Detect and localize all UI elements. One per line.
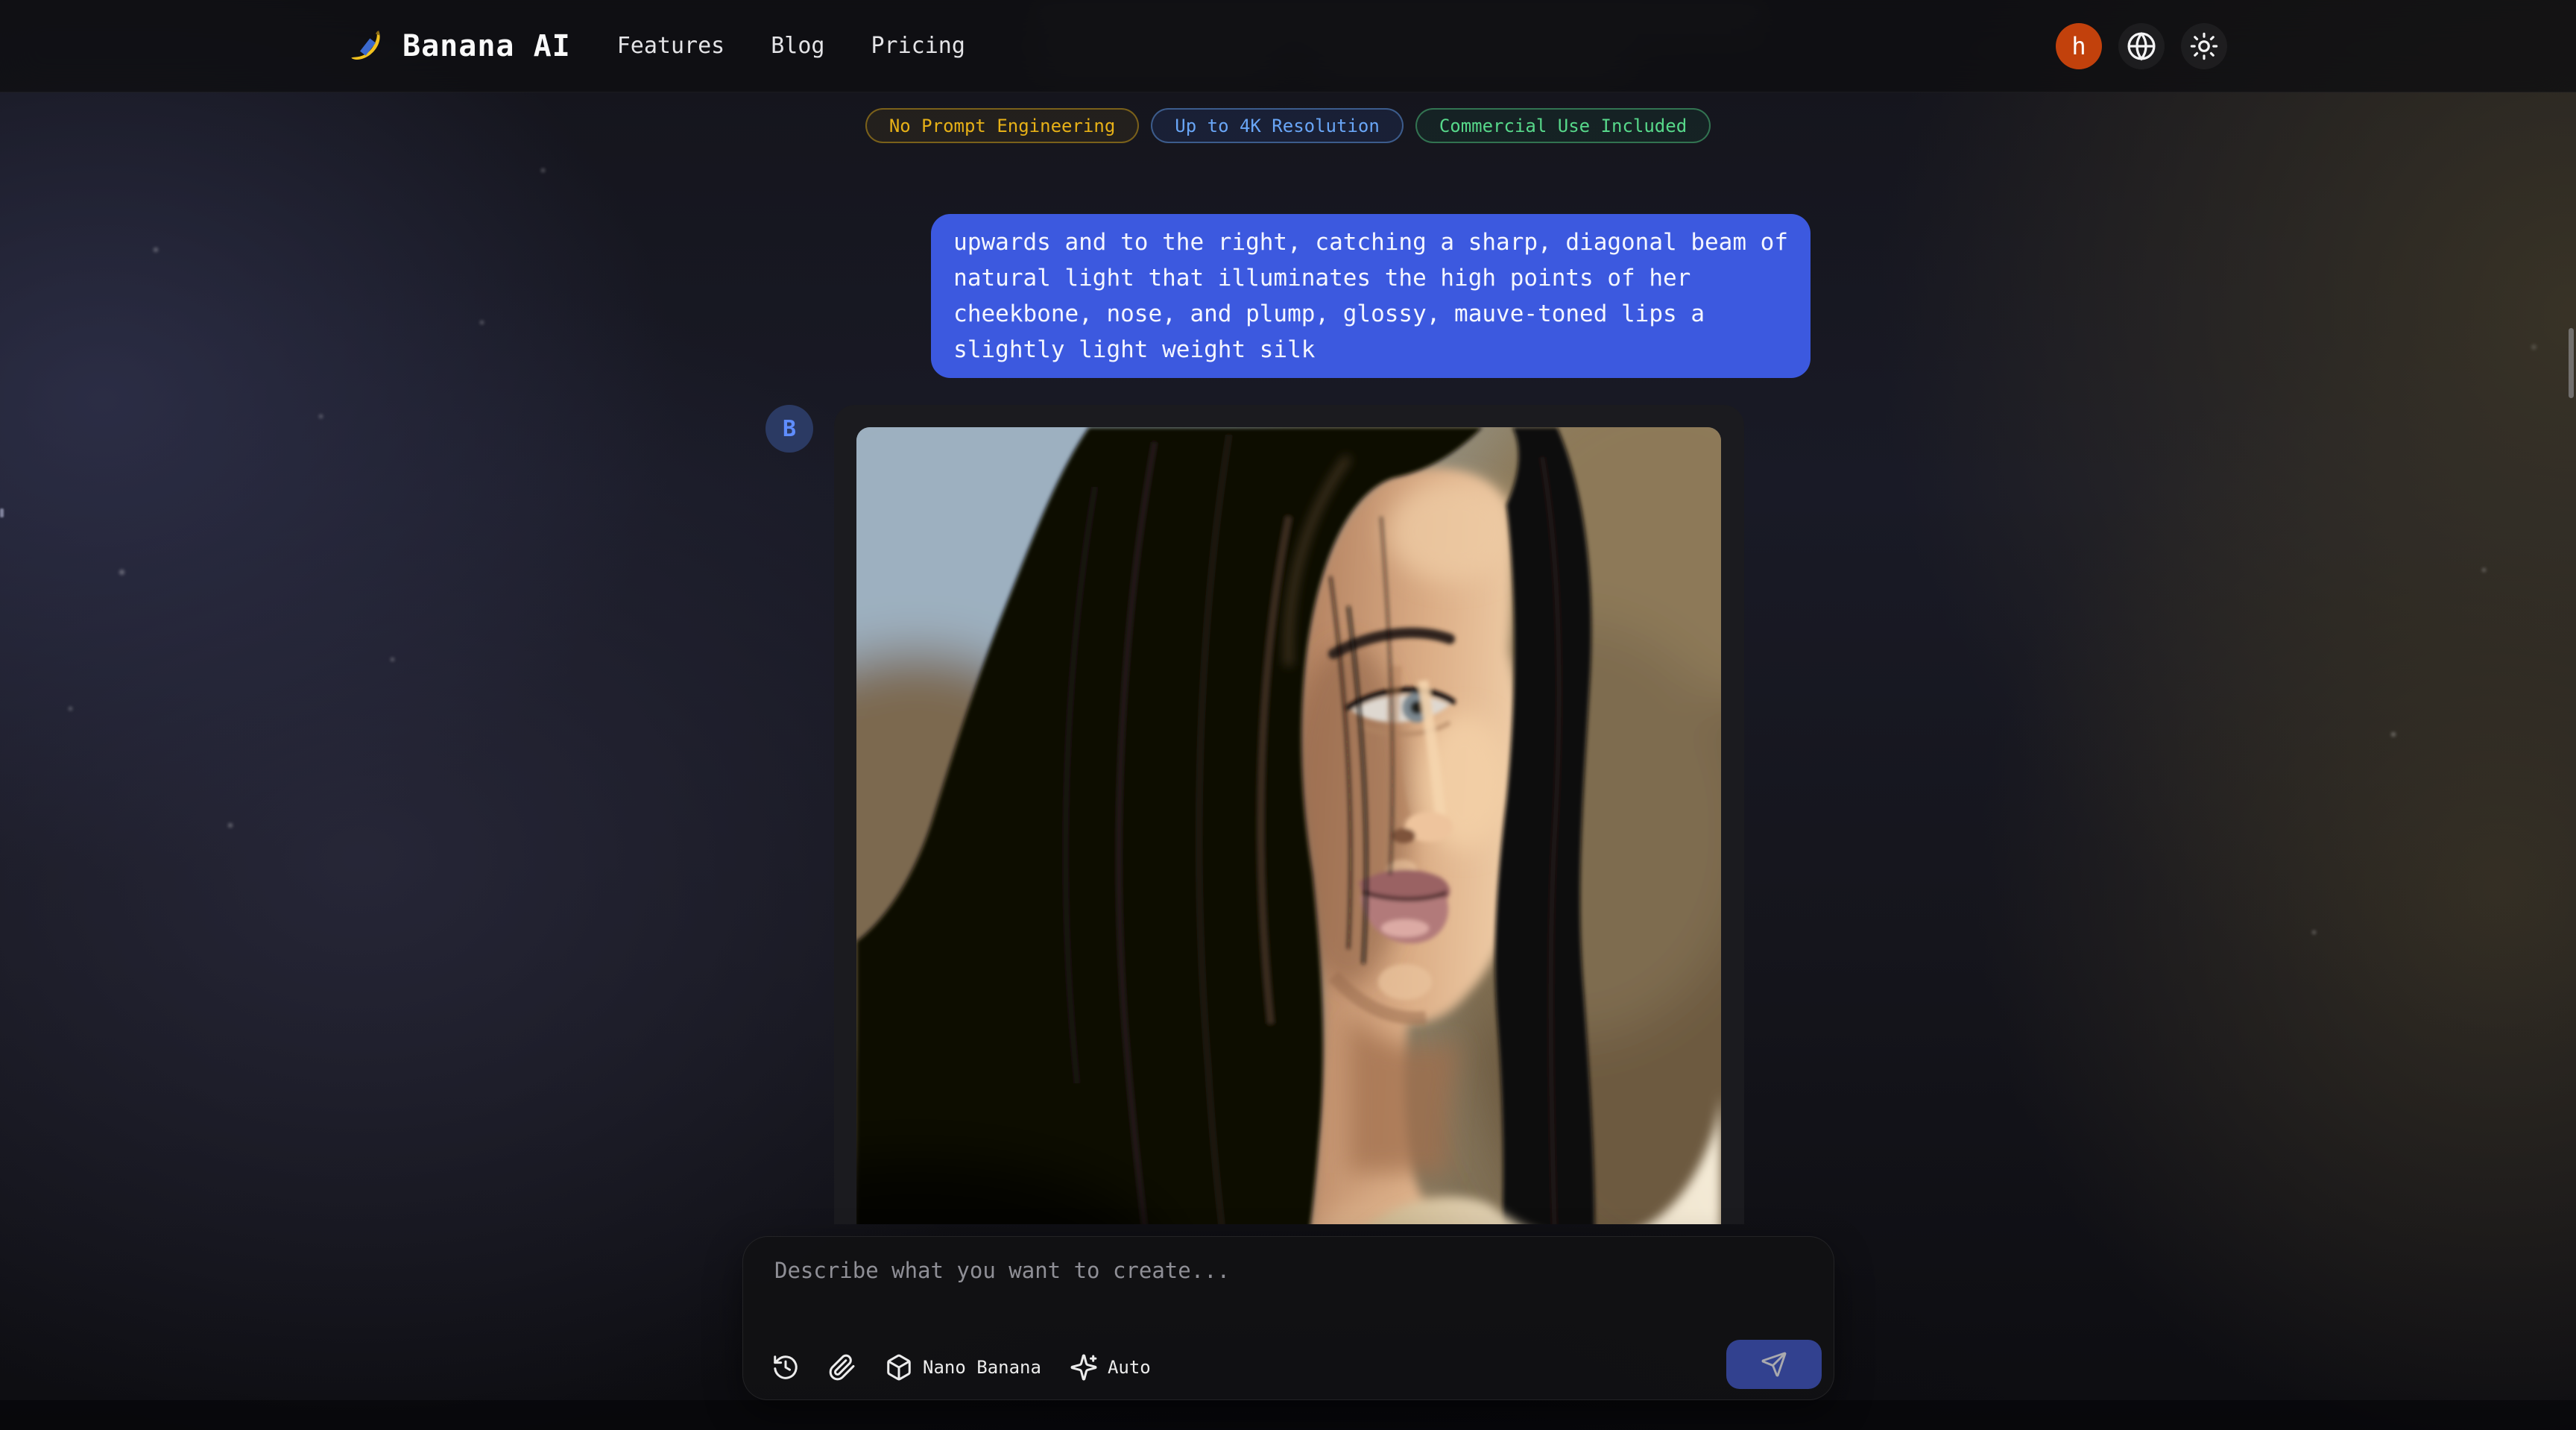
badge-label: No Prompt Engineering bbox=[889, 116, 1115, 136]
bottom-edge-band bbox=[0, 1400, 2576, 1430]
nav-links: Features Blog Pricing bbox=[617, 33, 965, 59]
box-icon bbox=[885, 1353, 913, 1382]
sparkles-icon bbox=[1070, 1353, 1098, 1382]
globe-icon bbox=[2125, 30, 2158, 63]
user-avatar-initial: h bbox=[2071, 32, 2086, 60]
nav-right-actions: h bbox=[2056, 23, 2227, 69]
badge-commercial-use: Commercial Use Included bbox=[1415, 108, 1711, 143]
assistant-message-row: B bbox=[765, 405, 1811, 1224]
page-scrollbar-thumb[interactable] bbox=[2569, 328, 2574, 398]
badge-4k-resolution: Up to 4K Resolution bbox=[1151, 108, 1404, 143]
user-avatar-button[interactable]: h bbox=[2056, 23, 2102, 69]
model-selector-button[interactable]: Nano Banana bbox=[885, 1353, 1041, 1382]
nav-link-features[interactable]: Features bbox=[617, 33, 725, 59]
theme-toggle-button[interactable] bbox=[2181, 23, 2227, 69]
badge-label: Up to 4K Resolution bbox=[1175, 116, 1380, 136]
nav-link-pricing[interactable]: Pricing bbox=[871, 33, 965, 59]
brand-name: Banana AI bbox=[402, 29, 571, 63]
history-button[interactable] bbox=[771, 1353, 800, 1382]
generated-image-frame bbox=[856, 427, 1721, 1224]
composer-toolbar: Nano Banana Auto bbox=[771, 1353, 1151, 1382]
nav-link-blog[interactable]: Blog bbox=[771, 33, 824, 59]
quality-mode-button[interactable]: Auto bbox=[1070, 1353, 1151, 1382]
chat-column: upwards and to the right, catching a sha… bbox=[765, 0, 1811, 1224]
send-icon bbox=[1761, 1351, 1787, 1378]
history-icon bbox=[771, 1353, 800, 1382]
paperclip-icon bbox=[828, 1353, 856, 1382]
prompt-composer: Nano Banana Auto bbox=[742, 1236, 1834, 1400]
badge-label: Commercial Use Included bbox=[1439, 116, 1687, 136]
assistant-avatar: B bbox=[765, 405, 813, 453]
generated-image-card[interactable] bbox=[834, 405, 1744, 1224]
assistant-avatar-initial: B bbox=[783, 416, 796, 442]
user-message-bubble: upwards and to the right, catching a sha… bbox=[931, 214, 1811, 378]
chat-scroll-area[interactable]: upwards and to the right, catching a sha… bbox=[0, 0, 2576, 1224]
send-button[interactable] bbox=[1726, 1340, 1822, 1389]
prompt-input[interactable] bbox=[774, 1258, 1729, 1322]
attach-button[interactable] bbox=[828, 1353, 856, 1382]
hero-badges: No Prompt Engineering Up to 4K Resolutio… bbox=[0, 108, 2576, 143]
model-selector-label: Nano Banana bbox=[923, 1357, 1041, 1378]
language-button[interactable] bbox=[2118, 23, 2165, 69]
badge-no-prompt-engineering: No Prompt Engineering bbox=[865, 108, 1139, 143]
generated-portrait-image bbox=[856, 427, 1721, 1224]
sun-icon bbox=[2188, 31, 2220, 62]
top-nav: Banana AI Features Blog Pricing h bbox=[0, 0, 2576, 92]
banana-logo-icon bbox=[349, 27, 388, 66]
quality-mode-label: Auto bbox=[1108, 1357, 1151, 1378]
brand-link[interactable]: Banana AI bbox=[349, 27, 571, 66]
